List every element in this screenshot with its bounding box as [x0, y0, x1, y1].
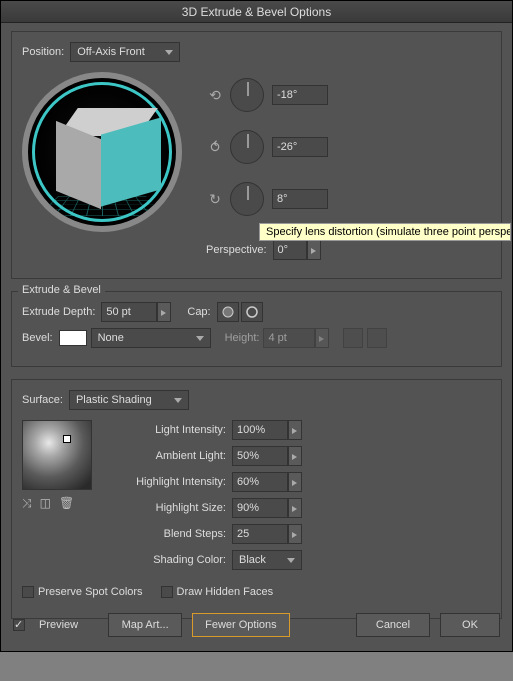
section-surface: Surface: Plastic Shading ⤨ ◫ 🗑 [11, 379, 502, 619]
highlight-size-input[interactable]: 90% [232, 498, 288, 518]
rotate-y-dial[interactable] [230, 130, 264, 164]
rotate-z-icon: ↻ [206, 190, 224, 208]
position-select[interactable]: Off-Axis Front [70, 42, 180, 62]
bevel-height-stepper [315, 328, 329, 348]
light-handle[interactable] [63, 435, 71, 443]
ambient-light-label: Ambient Light: [112, 450, 226, 462]
light-delete-icon[interactable]: 🗑 [59, 496, 74, 511]
bevel-height-input: 4 pt [263, 328, 315, 348]
extrude-depth-stepper[interactable] [157, 302, 171, 322]
perspective-input[interactable]: 0° [273, 240, 307, 260]
highlight-intensity-stepper[interactable] [288, 472, 302, 492]
light-intensity-input[interactable]: 100% [232, 420, 288, 440]
ok-button[interactable]: OK [440, 613, 500, 637]
cap-label: Cap: [187, 306, 210, 318]
light-new-icon[interactable]: ◫ [40, 496, 51, 511]
bevel-select[interactable]: None [91, 328, 211, 348]
extrude-bevel-title: Extrude & Bevel [18, 284, 105, 296]
extrude-depth-input[interactable]: 50 pt [101, 302, 157, 322]
blend-steps-input[interactable]: 25 [232, 524, 288, 544]
rotate-z-input[interactable]: 8° [272, 189, 328, 209]
rotate-y-icon: ⥀ [206, 138, 224, 156]
footer: Preview Map Art... Fewer Options Cancel … [1, 603, 512, 651]
rotate-y-input[interactable]: -26° [272, 137, 328, 157]
shading-color-label: Shading Color: [112, 554, 226, 566]
dialog-3d-extrude-bevel: 3D Extrude & Bevel Options Position: Off… [0, 0, 513, 652]
section-extrude-bevel: Extrude & Bevel Extrude Depth: 50 pt Cap… [11, 291, 502, 367]
cap-off-button[interactable] [241, 302, 263, 322]
blend-steps-label: Blend Steps: [112, 528, 226, 540]
highlight-intensity-label: Highlight Intensity: [112, 476, 226, 488]
titlebar: 3D Extrude & Bevel Options [1, 1, 512, 23]
3d-preview[interactable] [22, 72, 182, 232]
extrude-depth-label: Extrude Depth: [22, 306, 95, 318]
preview-label: Preview [39, 619, 78, 631]
bevel-swatch [59, 330, 87, 346]
preserve-spot-checkbox[interactable] [22, 586, 34, 598]
bevel-extent-in-icon [343, 328, 363, 348]
surface-label: Surface: [22, 394, 63, 406]
highlight-size-label: Highlight Size: [112, 502, 226, 514]
perspective-label: Perspective: [206, 244, 267, 256]
draw-hidden-label: Draw Hidden Faces [177, 586, 274, 598]
highlight-size-stepper[interactable] [288, 498, 302, 518]
ambient-light-stepper[interactable] [288, 446, 302, 466]
section-position: Position: Off-Axis Front ⟲ [11, 31, 502, 279]
bevel-extent-out-icon [367, 328, 387, 348]
bevel-height-label: Height: [225, 332, 260, 344]
rotate-x-icon: ⟲ [206, 86, 224, 104]
perspective-stepper[interactable] [307, 240, 321, 260]
light-intensity-stepper[interactable] [288, 420, 302, 440]
highlight-intensity-input[interactable]: 60% [232, 472, 288, 492]
ambient-light-input[interactable]: 50% [232, 446, 288, 466]
preview-checkbox[interactable] [13, 619, 25, 631]
perspective-tooltip: Specify lens distortion (simulate three … [259, 223, 511, 241]
blend-steps-stepper[interactable] [288, 524, 302, 544]
shading-color-select[interactable]: Black [232, 550, 302, 570]
light-preview[interactable] [22, 420, 92, 490]
light-intensity-label: Light Intensity: [112, 424, 226, 436]
preserve-spot-label: Preserve Spot Colors [38, 586, 143, 598]
cap-on-button[interactable] [217, 302, 239, 322]
rotate-x-dial[interactable] [230, 78, 264, 112]
bevel-label: Bevel: [22, 332, 53, 344]
rotate-z-dial[interactable] [230, 182, 264, 216]
light-move-back-icon[interactable]: ⤨ [22, 496, 32, 511]
cancel-button[interactable]: Cancel [356, 613, 430, 637]
surface-select[interactable]: Plastic Shading [69, 390, 189, 410]
draw-hidden-checkbox[interactable] [161, 586, 173, 598]
map-art-button[interactable]: Map Art... [108, 613, 182, 637]
fewer-options-button[interactable]: Fewer Options [192, 613, 290, 637]
position-label: Position: [22, 46, 64, 58]
rotate-x-input[interactable]: -18° [272, 85, 328, 105]
